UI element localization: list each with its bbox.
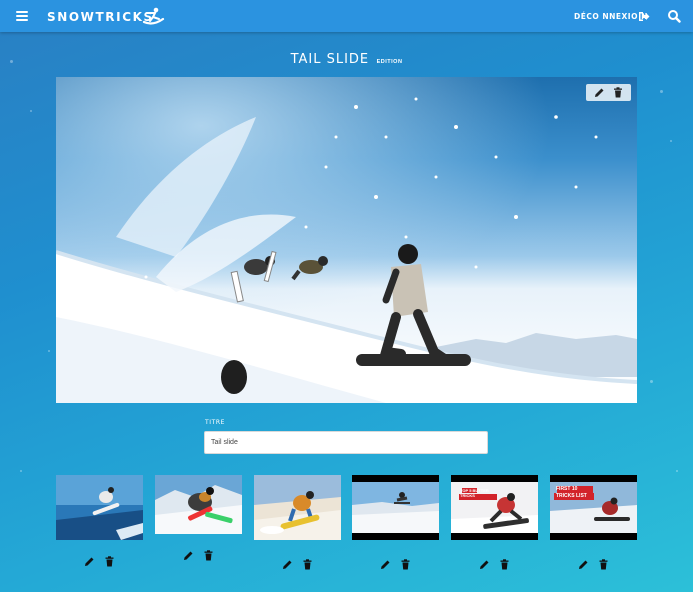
pencil-icon[interactable] bbox=[183, 550, 194, 561]
trash-icon[interactable] bbox=[104, 556, 115, 567]
logout-link[interactable]: DÉCO NNEXIO N bbox=[574, 12, 648, 21]
video-thumbnail bbox=[451, 475, 538, 540]
media-thumbnail[interactable] bbox=[352, 475, 439, 540]
pencil-icon[interactable] bbox=[578, 559, 589, 570]
background-dot bbox=[20, 470, 22, 472]
trick-title: TAIL SLIDE bbox=[290, 52, 370, 67]
snowboard-photo bbox=[56, 77, 637, 403]
featured-image-actions bbox=[586, 84, 631, 101]
pencil-icon[interactable] bbox=[479, 559, 490, 570]
background-dot bbox=[48, 350, 50, 352]
pencil-icon[interactable] bbox=[84, 556, 95, 567]
title-field-label: TITRE bbox=[205, 419, 226, 426]
video-caption: TOP 5 BUTTER TRICKS bbox=[460, 488, 489, 498]
media-thumbnail[interactable]: FIRST 10 TRICKS LIST bbox=[550, 475, 637, 540]
thumbnail-image bbox=[56, 475, 143, 540]
edit-mode-label: EDITION bbox=[376, 59, 403, 65]
pencil-icon[interactable] bbox=[380, 559, 391, 570]
background-dot bbox=[30, 110, 32, 112]
background-dot bbox=[650, 380, 653, 383]
title-field[interactable]: Tail slide bbox=[204, 431, 488, 454]
video-thumbnail bbox=[352, 475, 439, 540]
snowboarder-logo[interactable] bbox=[141, 6, 165, 26]
video-caption: FIRST 10 TRICKS LIST bbox=[556, 486, 587, 499]
trash-icon[interactable] bbox=[613, 87, 623, 98]
media-thumbnail[interactable]: TOP 5 BUTTER TRICKS bbox=[451, 475, 538, 540]
media-thumbnail[interactable] bbox=[254, 475, 341, 540]
trash-icon[interactable] bbox=[302, 559, 313, 570]
background-dot bbox=[660, 90, 663, 93]
pencil-icon[interactable] bbox=[594, 87, 605, 98]
background-dot bbox=[676, 470, 678, 472]
brand-name[interactable]: SNOWTRICKS bbox=[47, 10, 154, 24]
top-navbar: SNOWTRICKS DÉCO NNEXIO N bbox=[0, 0, 693, 32]
background-dot bbox=[670, 140, 672, 142]
logout-icon[interactable] bbox=[638, 11, 650, 22]
search-icon[interactable] bbox=[667, 9, 681, 23]
media-thumbnail[interactable] bbox=[56, 475, 143, 540]
trash-icon[interactable] bbox=[598, 559, 609, 570]
page-title: TAIL SLIDE EDITION bbox=[0, 50, 693, 68]
hamburger-icon[interactable] bbox=[16, 11, 28, 21]
trash-icon[interactable] bbox=[203, 550, 214, 561]
pencil-icon[interactable] bbox=[282, 559, 293, 570]
trash-icon[interactable] bbox=[400, 559, 411, 570]
trash-icon[interactable] bbox=[499, 559, 510, 570]
video-thumbnail bbox=[550, 475, 637, 540]
thumbnail-image bbox=[155, 475, 242, 534]
thumbnail-image bbox=[254, 475, 341, 540]
featured-image bbox=[56, 77, 637, 403]
media-thumbnail[interactable] bbox=[155, 475, 242, 534]
